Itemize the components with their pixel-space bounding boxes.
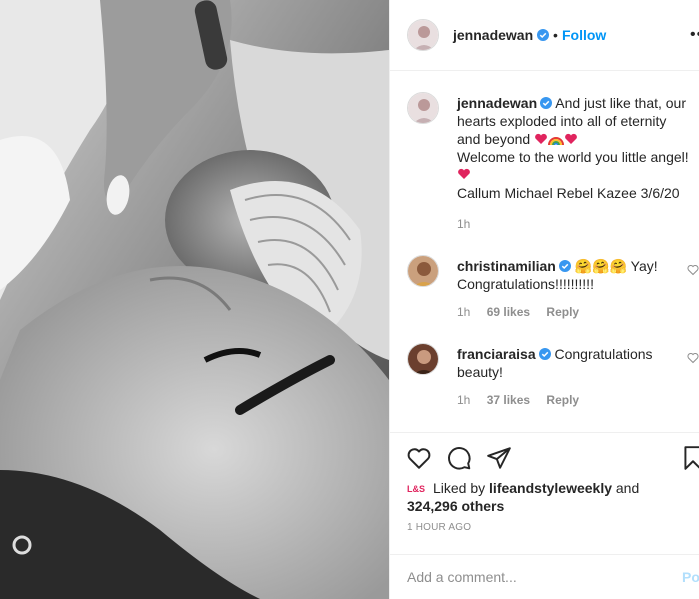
commenter-avatar[interactable] bbox=[407, 255, 439, 287]
comment-item: franciaraisa Congratulations beauty! 1h … bbox=[407, 323, 699, 413]
red-heart-emoji bbox=[535, 133, 547, 144]
liked-by-others[interactable]: 324,296 others bbox=[407, 498, 504, 514]
liked-by-avatar[interactable]: L&S bbox=[407, 480, 427, 494]
caption-text-line3: Callum Michael Rebel Kazee 3/6/20 bbox=[457, 185, 680, 201]
heart-icon[interactable] bbox=[406, 445, 432, 471]
liked-by-and: and bbox=[615, 480, 640, 496]
comment-meta: 1h 37 likes Reply bbox=[457, 393, 592, 407]
comments-list[interactable]: jennadewan And just like that, our heart… bbox=[390, 72, 699, 432]
bookmark-icon[interactable] bbox=[680, 445, 699, 471]
post-detail-panel: jennadewan • Follow •• jennadewan And ju… bbox=[389, 0, 699, 599]
small-heart-icon[interactable] bbox=[687, 352, 699, 364]
comment-item: christinamilian 🤗🤗🤗 Yay! Congratulations… bbox=[407, 235, 699, 325]
caption-item: jennadewan And just like that, our heart… bbox=[407, 72, 697, 242]
share-icon[interactable] bbox=[486, 445, 512, 471]
post-timestamp[interactable]: 1 HOUR AGO bbox=[407, 522, 471, 533]
rainbow-emoji bbox=[548, 137, 565, 146]
small-heart-icon[interactable] bbox=[687, 264, 699, 276]
verified-badge-icon bbox=[540, 97, 553, 109]
caption-time: 1h bbox=[457, 217, 471, 231]
comment-emoji: 🤗🤗🤗 bbox=[574, 258, 627, 274]
caption-text-line2: Welcome to the world you little angel! bbox=[457, 149, 689, 165]
verified-badge-icon bbox=[538, 348, 551, 360]
liked-by-user[interactable]: lifeandstyleweekly bbox=[489, 480, 612, 496]
reply-button[interactable]: Reply bbox=[546, 305, 579, 319]
red-heart-emoji bbox=[458, 168, 470, 179]
post-photo[interactable] bbox=[0, 0, 389, 599]
author-avatar[interactable] bbox=[407, 19, 439, 51]
follow-button[interactable]: Follow bbox=[562, 27, 606, 43]
newborn-photo-image bbox=[0, 0, 389, 599]
add-comment-input[interactable]: Add a comment... bbox=[407, 569, 517, 585]
author-username[interactable]: jennadewan bbox=[453, 27, 533, 43]
comment-body: franciaraisa Congratulations beauty! bbox=[457, 345, 689, 381]
commenter-avatar[interactable] bbox=[407, 343, 439, 375]
caption-username[interactable]: jennadewan bbox=[457, 95, 537, 111]
verified-badge-icon bbox=[537, 29, 549, 41]
likes-summary: L&S Liked by lifeandstyleweekly and 324,2… bbox=[407, 479, 687, 515]
caption-avatar[interactable] bbox=[407, 92, 439, 124]
separator-dot: • bbox=[553, 27, 558, 43]
comment-body: christinamilian 🤗🤗🤗 Yay! Congratulations… bbox=[457, 257, 689, 293]
comment-time: 1h bbox=[457, 305, 471, 319]
comment-username[interactable]: franciaraisa bbox=[457, 346, 536, 362]
verified-badge-icon bbox=[558, 260, 571, 272]
reply-button[interactable]: Reply bbox=[546, 393, 579, 407]
red-heart-emoji bbox=[565, 133, 577, 144]
liked-by-prefix: Liked by bbox=[433, 480, 486, 496]
comment-username[interactable]: christinamilian bbox=[457, 258, 556, 274]
add-comment-bar: Add a comment... Post bbox=[390, 554, 699, 599]
post-header: jennadewan • Follow •• bbox=[390, 0, 699, 71]
post-comment-button[interactable]: Post bbox=[682, 569, 699, 585]
more-options-icon[interactable]: •• bbox=[690, 26, 699, 44]
comment-icon[interactable] bbox=[446, 445, 472, 471]
caption-body: jennadewan And just like that, our heart… bbox=[457, 94, 689, 202]
comment-time: 1h bbox=[457, 393, 471, 407]
comment-likes[interactable]: 37 likes bbox=[487, 393, 530, 407]
post-actions: L&S Liked by lifeandstyleweekly and 324,2… bbox=[390, 432, 699, 599]
comment-meta: 1h 69 likes Reply bbox=[457, 305, 592, 319]
caption-meta: 1h bbox=[457, 217, 483, 231]
comment-likes[interactable]: 69 likes bbox=[487, 305, 530, 319]
